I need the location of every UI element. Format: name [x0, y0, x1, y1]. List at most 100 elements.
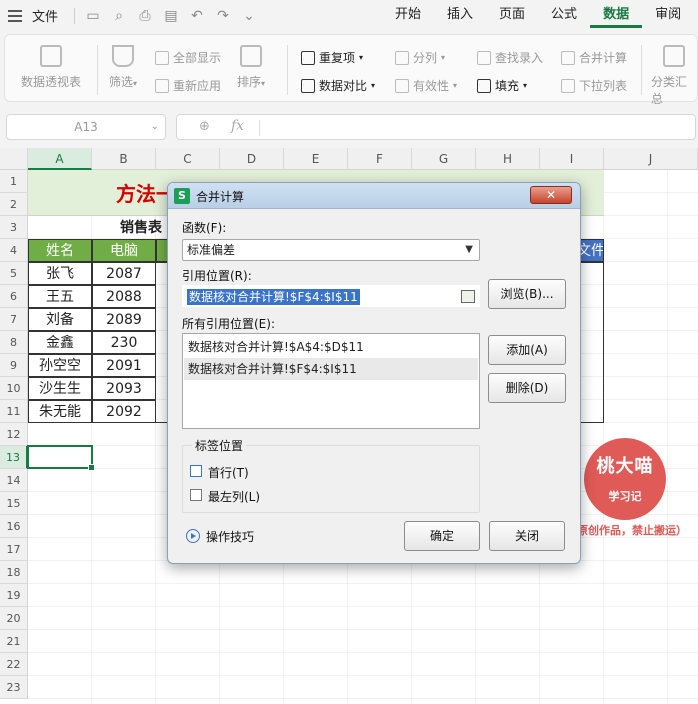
row-header[interactable]: 22 [0, 653, 28, 676]
row-header[interactable]: 9 [0, 354, 28, 377]
row-header[interactable]: 17 [0, 538, 28, 561]
chevron-down-icon[interactable]: ▼ [465, 240, 473, 260]
close-button[interactable]: 关闭 [489, 521, 565, 551]
function-select[interactable]: 标准偏差 ▼ [182, 239, 480, 261]
tips-link[interactable]: 操作技巧 [206, 528, 254, 545]
add-button[interactable]: 添加(A) [488, 335, 566, 365]
name-box[interactable]: A13 ⌄ [6, 114, 166, 140]
format-painter-icon[interactable]: ⌕ [111, 8, 127, 24]
split-button[interactable]: 分列 ▾ [395, 49, 445, 66]
row-header[interactable]: 8 [0, 331, 28, 354]
list-item[interactable]: 数据核对合并计算!$F$4:$I$11 [184, 358, 478, 380]
column-header[interactable]: F [348, 148, 412, 170]
table-cell[interactable]: 230 [92, 331, 156, 354]
row-header[interactable]: 7 [0, 308, 28, 331]
row-header[interactable]: 13 [0, 446, 28, 469]
table-cell[interactable]: 2091 [92, 354, 156, 377]
row-header[interactable]: 12 [0, 423, 28, 446]
column-header[interactable]: C [156, 148, 220, 170]
menu-icon[interactable] [8, 9, 22, 22]
row-header[interactable]: 5 [0, 262, 28, 285]
filter-button[interactable]: 筛选▾ [109, 45, 137, 90]
header-cell[interactable]: 电脑 [92, 239, 156, 262]
tab-home[interactable]: 开始 [382, 6, 434, 28]
left-column-label[interactable]: 最左列(L) [208, 488, 260, 505]
column-header[interactable]: H [476, 148, 540, 170]
left-column-checkbox[interactable] [190, 489, 202, 501]
first-row-label[interactable]: 首行(T) [208, 464, 249, 481]
column-header[interactable]: D [220, 148, 284, 170]
save-icon[interactable]: ▭ [85, 8, 101, 24]
table-cell[interactable]: 2093 [92, 377, 156, 400]
sort-button[interactable]: 排序▾ [237, 45, 265, 90]
subtotal-button[interactable]: 分类汇总 [651, 45, 697, 107]
print-preview-icon[interactable]: ▤ [163, 8, 179, 24]
column-header[interactable]: I [540, 148, 604, 170]
dialog-titlebar[interactable]: S 合并计算 ✕ [168, 183, 580, 209]
delete-button[interactable]: 删除(D) [488, 373, 566, 403]
select-all-corner[interactable] [0, 148, 28, 170]
duplicates-button[interactable]: 重复项 ▾ [301, 49, 363, 66]
table-cell[interactable]: 沙生生 [28, 377, 92, 400]
redo-icon[interactable]: ↷ [215, 8, 231, 24]
tab-insert[interactable]: 插入 [434, 6, 486, 28]
browse-button[interactable]: 浏览(B)... [488, 279, 566, 309]
row-header[interactable]: 16 [0, 515, 28, 538]
fill-button[interactable]: 填充 ▾ [477, 77, 527, 94]
column-header[interactable]: B [92, 148, 156, 170]
table-cell[interactable]: 张飞 [28, 262, 92, 285]
chevron-down-icon[interactable]: ⌄ [151, 115, 159, 139]
table-cell[interactable] [580, 262, 604, 423]
undo-icon[interactable]: ↶ [189, 8, 205, 24]
data-compare-button[interactable]: 数据对比 ▾ [301, 77, 375, 94]
row-header[interactable]: 18 [0, 561, 28, 584]
lookup-entry-button[interactable]: 查找录入 [477, 49, 543, 66]
table-cell[interactable]: 金鑫 [28, 331, 92, 354]
row-header[interactable]: 3 [0, 216, 28, 239]
formula-input[interactable]: ⊕ fx [176, 114, 696, 140]
column-header[interactable]: E [284, 148, 348, 170]
range-picker-icon[interactable] [461, 290, 475, 303]
reference-input[interactable]: 数据核对合并计算!$F$4:$I$11 [182, 285, 480, 307]
table-cell[interactable]: 刘备 [28, 308, 92, 331]
pivot-table-button[interactable]: 数据透视表 [21, 45, 81, 90]
row-header[interactable]: 6 [0, 285, 28, 308]
table-cell[interactable]: 2089 [92, 308, 156, 331]
dropdown-list-button[interactable]: 下拉列表 [561, 77, 627, 94]
row-header[interactable]: 21 [0, 630, 28, 653]
close-icon[interactable]: ✕ [530, 186, 572, 204]
tips-icon[interactable] [186, 529, 200, 543]
all-references-list[interactable]: 数据核对合并计算!$A$4:$D$11 数据核对合并计算!$F$4:$I$11 [182, 333, 480, 429]
tab-formula[interactable]: 公式 [538, 6, 590, 28]
table-cell[interactable]: 朱无能 [28, 400, 92, 423]
consolidate-button[interactable]: 合并计算 [561, 49, 627, 66]
print-icon[interactable]: ⎙ [137, 8, 153, 24]
row-header[interactable]: 4 [0, 239, 28, 262]
row-header[interactable]: 20 [0, 607, 28, 630]
column-header[interactable]: A [28, 148, 92, 170]
column-header[interactable]: G [412, 148, 476, 170]
file-menu[interactable]: 文件 [32, 6, 58, 25]
active-cell[interactable] [27, 445, 95, 471]
ok-button[interactable]: 确定 [404, 521, 480, 551]
tab-data[interactable]: 数据 [590, 6, 643, 28]
chevron-down-icon[interactable]: ⌄ [241, 8, 257, 24]
row-header[interactable]: 10 [0, 377, 28, 400]
row-header[interactable]: 19 [0, 584, 28, 607]
row-header[interactable]: 1 [0, 170, 28, 193]
column-header[interactable]: J [604, 148, 698, 170]
header-cell[interactable]: 姓名 [28, 239, 92, 262]
zoom-icon[interactable]: ⊕ [199, 119, 210, 134]
row-header[interactable]: 15 [0, 492, 28, 515]
row-header[interactable]: 11 [0, 400, 28, 423]
table-cell[interactable]: 2088 [92, 285, 156, 308]
row-header[interactable]: 14 [0, 469, 28, 492]
table-cell[interactable]: 2087 [92, 262, 156, 285]
reapply-button[interactable]: 重新应用 [155, 77, 221, 94]
validity-button[interactable]: 有效性 ▾ [395, 77, 457, 94]
row-header[interactable]: 2 [0, 193, 28, 216]
table-cell[interactable]: 2092 [92, 400, 156, 423]
tab-review[interactable]: 审阅 [642, 6, 694, 28]
fx-icon[interactable]: fx [231, 118, 244, 134]
show-all-button[interactable]: 全部显示 [155, 49, 221, 66]
